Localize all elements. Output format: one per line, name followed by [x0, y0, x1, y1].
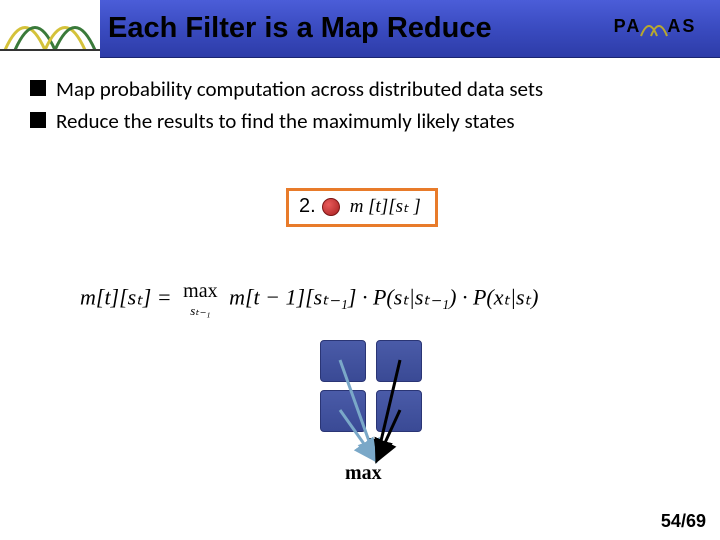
- max-subscript: sₜ₋₁: [183, 303, 217, 319]
- page-total: 69: [686, 511, 706, 531]
- bullet-square-icon: [30, 80, 46, 96]
- bridge-small-icon: [639, 11, 669, 41]
- grid-node: [320, 340, 366, 382]
- brand-logo: PA AS: [600, 6, 710, 46]
- grid-node: [376, 390, 422, 432]
- step-number: 2.: [299, 195, 316, 218]
- s-node-icon: [322, 198, 340, 216]
- bullet-item: Reduce the results to find the maximumly…: [30, 108, 720, 134]
- step-2-box: 2. m [t][sₜ ]: [286, 188, 438, 227]
- slide-title: Each Filter is a Map Reduce: [108, 12, 492, 45]
- node-grid: [320, 340, 430, 440]
- grid-node: [320, 390, 366, 432]
- brand-text-right: AS: [667, 16, 696, 37]
- bridge-logo-icon: [0, 0, 100, 58]
- formula-rhs: m[t − 1][sₜ₋₁] · P(sₜ|sₜ₋₁) · P(xₜ|sₜ): [229, 285, 538, 310]
- bullet-square-icon: [30, 112, 46, 128]
- bullet-text: Reduce the results to find the maximumly…: [56, 108, 515, 134]
- max-operator: max: [183, 280, 217, 303]
- page-current: 54: [661, 511, 681, 531]
- max-label: max: [345, 462, 382, 485]
- slide-header: Each Filter is a Map Reduce PA AS: [0, 0, 720, 58]
- main-formula: m[t][sₜ] = max sₜ₋₁ m[t − 1][sₜ₋₁] · P(s…: [80, 280, 538, 319]
- bullet-list: Map probability computation across distr…: [30, 76, 720, 134]
- bullet-item: Map probability computation across distr…: [30, 76, 720, 102]
- grid-node: [376, 340, 422, 382]
- formula-lhs: m[t][sₜ] =: [80, 285, 172, 310]
- brand-text-left: PA: [614, 16, 642, 37]
- step-formula: m [t][sₜ ]: [350, 195, 421, 218]
- page-number: 54/69: [661, 511, 706, 532]
- bullet-text: Map probability computation across distr…: [56, 76, 543, 102]
